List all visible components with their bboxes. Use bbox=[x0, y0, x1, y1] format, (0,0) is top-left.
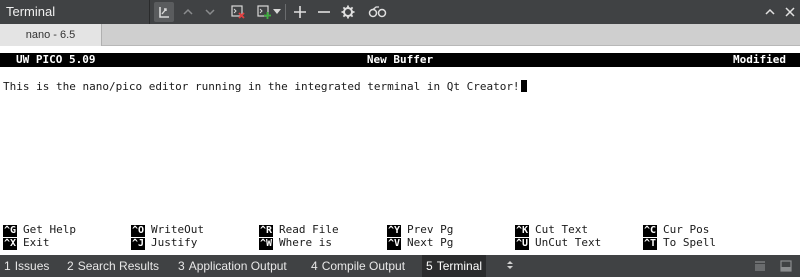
maximize-panel-icon[interactable] bbox=[752, 258, 768, 274]
shortcut-label: WriteOut bbox=[151, 223, 205, 236]
buffer-text: This is the nano/pico editor running in … bbox=[3, 80, 520, 93]
shortcut-label: Next Pg bbox=[407, 236, 454, 249]
shortcut-exit: ^X Exit bbox=[3, 236, 50, 250]
shortcut-label: Justify bbox=[151, 236, 198, 249]
pane-tab-number: 5 bbox=[426, 259, 433, 273]
output-pane-toggle-icon[interactable] bbox=[778, 258, 794, 274]
shortcut-where-is: ^W Where is bbox=[259, 236, 333, 250]
tab-label: nano - 6.5 bbox=[25, 29, 76, 41]
shortcut-label: Read File bbox=[279, 223, 339, 236]
shortcut-label: Get Help bbox=[23, 223, 77, 236]
pane-tab-number: 3 bbox=[178, 259, 185, 273]
plus-icon[interactable] bbox=[290, 2, 310, 22]
new-terminal-icon[interactable] bbox=[254, 2, 274, 22]
terminal-focus-icon[interactable] bbox=[154, 2, 174, 22]
shortcut-key: ^O bbox=[131, 225, 146, 237]
shortcut-cur-pos: ^C Cur Pos bbox=[643, 223, 710, 237]
terminal-toolbar: Terminal bbox=[0, 0, 800, 24]
shortcut-key: ^X bbox=[3, 238, 18, 250]
pane-tab-label: Search Results bbox=[77, 259, 160, 273]
minus-icon[interactable] bbox=[314, 2, 334, 22]
pane-tab-search-results[interactable]: 2 Search Results bbox=[63, 255, 163, 277]
shortcut-writeout: ^O WriteOut bbox=[131, 223, 205, 237]
shortcut-cut-text: ^K Cut Text bbox=[515, 223, 589, 237]
shortcut-label: UnCut Text bbox=[535, 236, 602, 249]
shortcut-key: ^R bbox=[259, 225, 274, 237]
shortcut-key: ^K bbox=[515, 225, 530, 237]
terminal-view[interactable]: New Buffer UW PICO 5.09 Modified This is… bbox=[0, 46, 800, 255]
pane-tab-label: Application Output bbox=[188, 259, 287, 273]
dropdown-arrow-icon[interactable] bbox=[272, 2, 282, 22]
pane-tab-issues[interactable]: 1 Issues bbox=[0, 255, 53, 277]
pane-tab-terminal[interactable]: 5 Terminal bbox=[422, 255, 487, 277]
pane-title: Terminal bbox=[6, 4, 56, 19]
status-left: UW PICO 5.09 bbox=[16, 53, 96, 66]
shortcut-label: Prev Pg bbox=[407, 223, 454, 236]
status-right: Modified bbox=[733, 53, 786, 66]
gear-icon[interactable] bbox=[338, 2, 358, 22]
pane-tab-label: Issues bbox=[14, 259, 50, 273]
shortcut-key: ^G bbox=[3, 225, 18, 237]
pane-tab-number: 1 bbox=[4, 259, 11, 273]
pane-tab-compile-output[interactable]: 4 Compile Output bbox=[307, 255, 409, 277]
shortcut-key: ^J bbox=[131, 238, 146, 250]
shortcut-read-file: ^R Read File bbox=[259, 223, 339, 237]
shortcut-key: ^V bbox=[387, 238, 402, 250]
pane-switcher-icon[interactable] bbox=[506, 255, 514, 277]
tab-nano[interactable]: nano - 6.5 bbox=[0, 24, 102, 46]
toolbar-divider bbox=[285, 4, 286, 20]
terminal-tab-bar: nano - 6.5 bbox=[0, 24, 800, 46]
close-icon[interactable] bbox=[780, 2, 800, 22]
shortcut-key: ^C bbox=[643, 225, 658, 237]
shortcut-label: To Spell bbox=[663, 236, 717, 249]
pane-tab-number: 2 bbox=[67, 259, 74, 273]
shortcut-key: ^T bbox=[643, 238, 658, 250]
pane-tab-label: Compile Output bbox=[321, 259, 406, 273]
pane-tab-number: 4 bbox=[311, 259, 318, 273]
toolbar-separator bbox=[149, 0, 150, 24]
close-terminal-icon[interactable] bbox=[228, 2, 248, 22]
shortcut-justify: ^J Justify bbox=[131, 236, 198, 250]
buffer-line[interactable]: This is the nano/pico editor running in … bbox=[3, 80, 527, 94]
shortcut-get-help: ^G Get Help bbox=[3, 223, 77, 237]
text-cursor bbox=[520, 80, 527, 92]
prev-arrow-icon[interactable] bbox=[178, 2, 198, 22]
pane-tab-label: Terminal bbox=[436, 259, 483, 273]
status-center: New Buffer bbox=[366, 53, 434, 66]
shortcut-key: ^W bbox=[259, 238, 274, 250]
shortcut-label: Exit bbox=[23, 236, 50, 249]
shortcut-to-spell: ^T To Spell bbox=[643, 236, 717, 250]
pane-tab-application-output[interactable]: 3 Application Output bbox=[174, 255, 291, 277]
output-pane-bar: 1 Issues 2 Search Results 3 Application Out… bbox=[0, 255, 800, 277]
lock-key-icon[interactable] bbox=[366, 2, 390, 22]
shortcut-next-pg: ^V Next Pg bbox=[387, 236, 454, 250]
shortcut-uncut-text: ^U UnCut Text bbox=[515, 236, 602, 250]
collapse-up-icon[interactable] bbox=[760, 2, 780, 22]
shortcut-prev-pg: ^Y Prev Pg bbox=[387, 223, 454, 237]
shortcut-key: ^U bbox=[515, 238, 530, 250]
nano-status-bar: New Buffer UW PICO 5.09 Modified bbox=[0, 53, 800, 67]
shortcut-label: Cur Pos bbox=[663, 223, 710, 236]
shortcut-label: Cut Text bbox=[535, 223, 589, 236]
shortcut-key: ^Y bbox=[387, 225, 402, 237]
next-arrow-icon[interactable] bbox=[200, 2, 220, 22]
shortcut-label: Where is bbox=[279, 236, 333, 249]
